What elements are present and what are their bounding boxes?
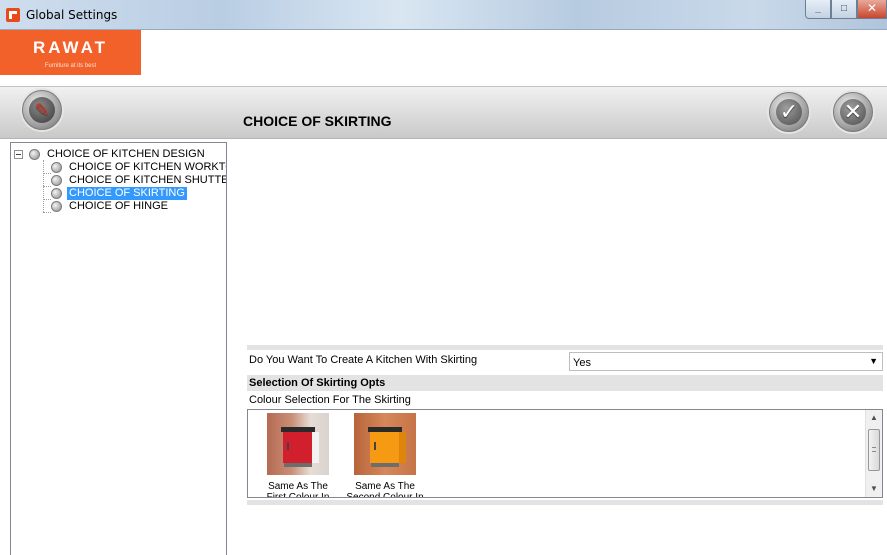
separator — [247, 345, 883, 350]
tree-item-label: CHOICE OF KITCHEN DESIGN — [47, 148, 205, 160]
cabinet-base — [284, 463, 312, 467]
scroll-grip — [872, 447, 876, 452]
window-title: Global Settings — [26, 8, 118, 22]
maximize-button[interactable]: □ — [831, 0, 857, 19]
cancel-button[interactable]: ✕ — [833, 92, 873, 132]
colour-option-caption: Same As The Second Colour In The Colour … — [346, 481, 424, 498]
skirting-question-label: Do You Want To Create A Kitchen With Ski… — [249, 354, 478, 366]
cabinet-icon — [368, 427, 406, 467]
tree-connector — [43, 199, 51, 200]
tree-item-label: CHOICE OF SKIRTING — [67, 187, 187, 200]
section-title: Selection Of Skirting Opts — [247, 375, 883, 391]
tree-item-hinge[interactable]: CHOICE OF HINGE — [51, 200, 226, 213]
cabinet-side — [312, 432, 319, 463]
colour-option-second[interactable]: Same As The Second Colour In The Colour … — [344, 413, 426, 498]
cabinet-icon — [281, 427, 319, 467]
cabinet-thumbnail — [267, 413, 329, 475]
window-controls: _ □ ✕ — [805, 0, 887, 20]
x-icon: ✕ — [843, 99, 863, 124]
node-icon — [29, 149, 40, 160]
tree-item-kitchen-design[interactable]: CHOICE OF KITCHEN DESIGN — [29, 148, 225, 161]
node-icon — [51, 162, 62, 173]
cabinet-base — [371, 463, 399, 467]
tree-item-kitchen-worktop[interactable]: CHOICE OF KITCHEN WORKTOP — [51, 161, 226, 174]
close-button[interactable]: ✕ — [857, 0, 887, 19]
tree-connector — [43, 212, 51, 213]
cabinet-body — [283, 432, 313, 463]
settings-tree[interactable]: CHOICE OF KITCHEN DESIGN CHOICE OF KITCH… — [10, 142, 227, 555]
tree-connector — [43, 186, 51, 187]
minimize-icon: _ — [815, 3, 821, 14]
chevron-down-icon[interactable]: ▼ — [869, 356, 878, 366]
ok-button[interactable]: ✓ — [769, 92, 809, 132]
check-icon: ✓ — [779, 99, 799, 124]
header-band: ✎ CHOICE OF SKIRTING ✓ ✕ — [0, 86, 887, 139]
tree-collapse-toggle[interactable] — [14, 150, 23, 159]
colour-option-first[interactable]: Same As The First Colour In The Colour P… — [257, 413, 339, 498]
settings-button[interactable]: ✎ — [22, 90, 62, 130]
colour-option-caption: Same As The First Colour In The Colour P… — [266, 481, 330, 498]
node-icon — [51, 201, 62, 212]
separator — [247, 500, 883, 505]
tools-icon: ✎ — [34, 100, 50, 120]
page-title: CHOICE OF SKIRTING — [243, 113, 392, 129]
scroll-up-icon[interactable]: ▲ — [866, 410, 882, 426]
cabinet-handle — [374, 442, 376, 450]
cabinet-handle — [287, 442, 289, 450]
brand-tagline: Furniture at its best — [44, 63, 97, 69]
tree-item-label: CHOICE OF KITCHEN WORKTOP — [69, 161, 226, 173]
gallery-scrollbar[interactable]: ▲ ▼ — [865, 410, 882, 497]
brand-logo: RAWAT Furniture at its best — [0, 30, 141, 75]
cabinet-thumbnail — [354, 413, 416, 475]
colour-gallery[interactable]: Same As The First Colour In The Colour P… — [247, 409, 883, 498]
scroll-down-icon[interactable]: ▼ — [866, 481, 882, 497]
cabinet-body — [370, 432, 400, 463]
cabinet-side — [399, 432, 406, 463]
scroll-thumb[interactable] — [868, 429, 880, 471]
tree-item-kitchen-shutter-design[interactable]: CHOICE OF KITCHEN SHUTTER DESIGN — [51, 174, 226, 187]
skirting-select-value: Yes — [573, 357, 591, 369]
node-icon — [51, 188, 62, 199]
node-icon — [51, 175, 62, 186]
maximize-icon: □ — [840, 3, 848, 14]
tree-connector — [43, 173, 51, 174]
title-bar: Global Settings _ □ ✕ — [0, 0, 887, 30]
tree-item-label: CHOICE OF HINGE — [69, 200, 169, 212]
colour-selection-label: Colour Selection For The Skirting — [249, 394, 411, 406]
tree-item-skirting[interactable]: CHOICE OF SKIRTING — [51, 187, 226, 200]
close-icon: ✕ — [866, 1, 878, 15]
tree-item-label: CHOICE OF KITCHEN SHUTTER DESIGN — [69, 174, 226, 186]
app-icon — [6, 8, 20, 22]
brand-name: RAWAT — [32, 38, 109, 57]
skirting-select[interactable]: Yes ▼ — [569, 352, 883, 371]
minimize-button[interactable]: _ — [805, 0, 831, 19]
